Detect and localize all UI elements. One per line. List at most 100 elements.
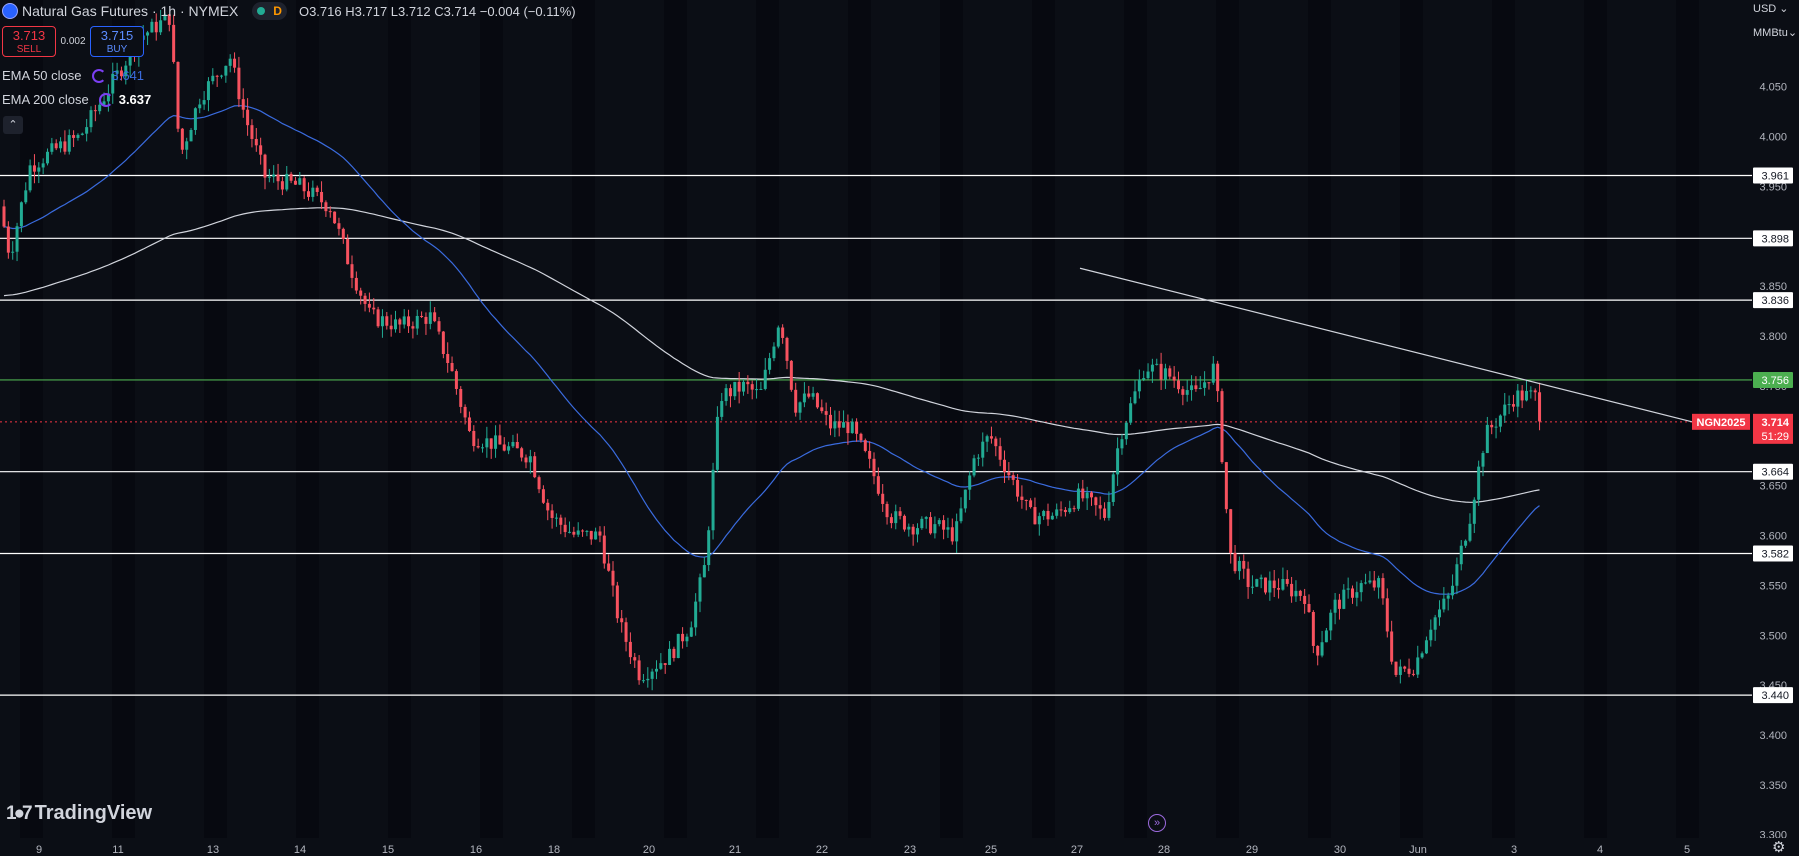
- candle-body: [989, 436, 993, 439]
- x-tick-label: 27: [1071, 844, 1083, 856]
- candle-body: [1459, 545, 1463, 565]
- candle-body: [963, 489, 967, 509]
- level-label: 3.664: [1761, 467, 1789, 479]
- candle-body: [850, 421, 854, 434]
- time-axis[interactable]: 9 11 13 14 15 16 18 20 21 22 23 25 27 28 29 30 Jun 3 4 5: [0, 838, 1799, 856]
- x-tick-label: 28: [1158, 844, 1170, 856]
- candle-body: [259, 145, 263, 155]
- candle-body: [1355, 592, 1359, 598]
- y-tick-label: 3.850: [1759, 281, 1787, 293]
- candle-body: [1107, 501, 1111, 518]
- y-tick-label: 4.050: [1759, 82, 1787, 94]
- candle-body: [15, 226, 19, 252]
- candle-body: [1529, 390, 1533, 392]
- candle-body: [1494, 426, 1498, 428]
- candle-body: [333, 211, 337, 224]
- y-tick-label: 3.500: [1759, 630, 1787, 642]
- session-band: [20, 0, 43, 838]
- candle-body: [424, 316, 428, 324]
- candle-body: [1120, 439, 1124, 449]
- candle-body: [1033, 507, 1037, 525]
- candle-body: [933, 524, 937, 534]
- candle-body: [1259, 577, 1263, 580]
- candle-body: [1124, 422, 1128, 440]
- level-label: 3.440: [1761, 690, 1789, 702]
- candle-body: [498, 435, 502, 445]
- unit-selector[interactable]: MMBtu⌄: [1753, 26, 1797, 39]
- candle-body: [798, 402, 802, 413]
- candle-body: [320, 191, 324, 203]
- indicator-ema200[interactable]: EMA 200 close 3.637: [2, 92, 151, 107]
- candle-body: [1342, 589, 1346, 609]
- x-tick-label: 29: [1246, 844, 1258, 856]
- candle-body: [1507, 404, 1511, 406]
- candle-body: [1298, 590, 1302, 596]
- candle-body: [863, 440, 867, 451]
- candle-body: [1398, 666, 1402, 675]
- candle-body: [1433, 617, 1437, 630]
- candle-body: [1359, 583, 1363, 593]
- gear-icon[interactable]: ⚙: [1772, 838, 1785, 856]
- candle-body: [1281, 579, 1285, 590]
- candle-body: [1081, 488, 1085, 499]
- candle-body: [1455, 564, 1459, 586]
- candle-body: [550, 510, 554, 518]
- symbol-title[interactable]: Natural Gas Futures · 1h · NYMEX: [22, 3, 238, 19]
- price-chart[interactable]: 4.0504.0003.9503.8503.8003.7503.6503.600…: [0, 0, 1799, 856]
- y-tick-label: 3.600: [1759, 531, 1787, 543]
- candle-body: [829, 414, 832, 429]
- collapse-legend-button[interactable]: ⌃: [3, 116, 23, 134]
- candle-body: [224, 65, 228, 76]
- candle-body: [415, 315, 419, 329]
- sell-button[interactable]: 3.713 SELL: [2, 26, 56, 57]
- indicator-ema50[interactable]: EMA 50 close 3.641: [2, 68, 144, 83]
- candle-body: [206, 81, 210, 101]
- x-tick-label: 11: [112, 844, 123, 856]
- scroll-to-realtime-icon[interactable]: »: [1148, 814, 1166, 832]
- candle-body: [1024, 499, 1028, 501]
- level-label: 3.582: [1761, 548, 1789, 560]
- candle-body: [433, 312, 437, 322]
- candle-body: [781, 327, 785, 338]
- candle-body: [1268, 580, 1272, 593]
- candle-body: [302, 178, 306, 192]
- candle-body: [54, 143, 58, 149]
- candle-body: [1485, 424, 1489, 454]
- y-tick-label: 3.350: [1759, 780, 1787, 792]
- candle-body: [920, 518, 924, 529]
- candle-body: [298, 178, 302, 185]
- candle-body: [1337, 599, 1341, 609]
- x-tick-label: 4: [1597, 844, 1603, 856]
- unit-label: MMBtu: [1753, 27, 1788, 39]
- session-band: [204, 0, 227, 838]
- candle-body: [1411, 673, 1415, 675]
- candle-body: [398, 319, 402, 325]
- low-value: L3.712: [390, 3, 431, 19]
- candle-body: [441, 331, 445, 354]
- tradingview-logo[interactable]: 1●7 TradingView: [6, 802, 152, 825]
- candle-body: [768, 358, 772, 370]
- currency-selector[interactable]: USD ⌄: [1753, 2, 1789, 15]
- x-tick-label: 16: [470, 844, 482, 856]
- candle-body: [1490, 424, 1494, 428]
- candle-body: [598, 531, 602, 536]
- candle-body: [715, 416, 719, 470]
- candle-body: [1468, 523, 1472, 541]
- candle-body: [363, 295, 367, 304]
- close-value: C3.714: [434, 3, 477, 19]
- candle-body: [807, 393, 811, 397]
- candle-body: [37, 167, 41, 172]
- candle-body: [916, 528, 919, 535]
- buy-button[interactable]: 3.715 BUY: [90, 26, 144, 57]
- candle-body: [541, 489, 545, 503]
- session-band: [1584, 0, 1607, 838]
- candle-body: [276, 174, 280, 182]
- candle-body: [324, 202, 328, 212]
- candle-body: [668, 648, 672, 665]
- candle-body: [581, 530, 585, 532]
- market-status-pill[interactable]: D: [252, 2, 287, 20]
- candle-body: [346, 239, 350, 265]
- candle-body: [559, 517, 563, 525]
- session-band: [296, 0, 319, 838]
- x-tick-label: 14: [294, 844, 306, 856]
